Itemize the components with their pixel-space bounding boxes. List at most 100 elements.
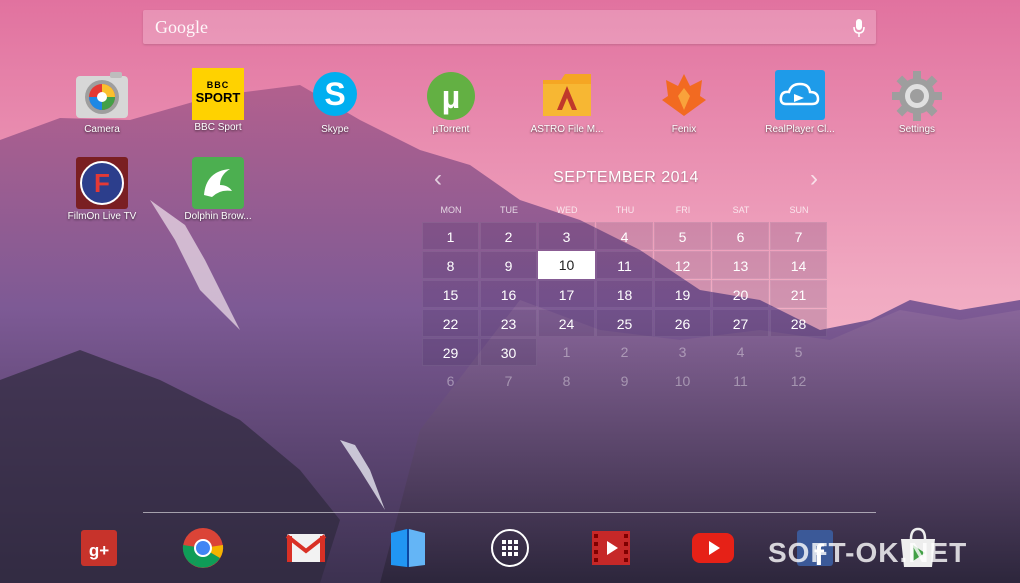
- calendar-day[interactable]: 2: [480, 222, 537, 250]
- calendar-weekday-label: SAT: [732, 205, 750, 215]
- calendar-day[interactable]: 5: [770, 338, 827, 366]
- calendar-day[interactable]: 7: [480, 367, 537, 395]
- dock-app-drawer[interactable]: [487, 525, 533, 571]
- calendar-day[interactable]: 19: [654, 280, 711, 308]
- svg-text:µ: µ: [442, 79, 460, 115]
- app-label: µTorrent: [432, 124, 470, 135]
- dock-chrome[interactable]: [180, 525, 226, 571]
- google-search-bar[interactable]: Google: [143, 10, 876, 44]
- calendar-day[interactable]: 26: [654, 309, 711, 337]
- calendar-day[interactable]: 12: [770, 367, 827, 395]
- calendar-day[interactable]: 25: [596, 309, 653, 337]
- skype-icon: S: [313, 72, 357, 116]
- calendar-day[interactable]: 8: [538, 367, 595, 395]
- astro-file-manager-icon: [543, 74, 591, 116]
- utorrent-icon: µ: [427, 72, 475, 120]
- calendar-widget: ‹ SEPTEMBER 2014 › MON TUE WED THU FRI SAT SUN…: [420, 160, 832, 395]
- calendar-day[interactable]: 10: [654, 367, 711, 395]
- dock-google-plus[interactable]: g+: [76, 525, 122, 571]
- filmon-icon: F: [76, 157, 128, 209]
- calendar-day[interactable]: 30: [480, 338, 537, 366]
- calendar-day[interactable]: 9: [480, 251, 537, 279]
- calendar-day[interactable]: 6: [422, 367, 479, 395]
- calendar-weekday-label: WED: [556, 205, 578, 215]
- calendar-day[interactable]: 24: [538, 309, 595, 337]
- calendar-weekday-label: FRI: [675, 205, 691, 215]
- calendar-day[interactable]: 4: [712, 338, 769, 366]
- app-filmon-live-tv[interactable]: F FilmOn Live TV: [56, 157, 148, 222]
- app-label: RealPlayer Cl...: [765, 124, 835, 135]
- calendar-day[interactable]: 12: [654, 251, 711, 279]
- settings-gear-icon: [892, 71, 942, 121]
- svg-text:F: F: [94, 168, 110, 198]
- calendar-day[interactable]: 1: [422, 222, 479, 250]
- bbc-sport-icon: BBC SPORT: [192, 68, 244, 120]
- calendar-month-title: SEPTEMBER 2014: [553, 169, 699, 186]
- calendar-day[interactable]: 29: [422, 338, 479, 366]
- app-label: Skype: [321, 124, 349, 135]
- app-drawer-icon: [491, 529, 529, 567]
- app-utorrent[interactable]: µ µTorrent: [405, 70, 497, 135]
- calendar-day[interactable]: 28: [770, 309, 827, 337]
- calendar-day[interactable]: 18: [596, 280, 653, 308]
- realplayer-icon: [775, 70, 825, 120]
- app-realplayer[interactable]: RealPlayer Cl...: [754, 70, 846, 135]
- app-label: Settings: [898, 124, 936, 135]
- calendar-day[interactable]: 4: [596, 222, 653, 250]
- calendar-day[interactable]: 1: [538, 338, 595, 366]
- app-skype[interactable]: S Skype: [289, 70, 381, 135]
- dock-youtube[interactable]: [690, 525, 736, 571]
- calendar-weekday-label: MON: [440, 205, 462, 215]
- calendar-day[interactable]: 22: [422, 309, 479, 337]
- app-label: Fenix: [671, 124, 697, 135]
- calendar-day[interactable]: 21: [770, 280, 827, 308]
- dolphin-browser-icon: [192, 157, 244, 209]
- app-label: ASTRO File M...: [530, 124, 604, 135]
- calendar-day[interactable]: 8: [422, 251, 479, 279]
- google-plus-icon: g+: [81, 530, 117, 566]
- calendar-day[interactable]: 11: [596, 251, 653, 279]
- calendar-day[interactable]: 2: [596, 338, 653, 366]
- calendar-day[interactable]: 9: [596, 367, 653, 395]
- microphone-icon[interactable]: [852, 18, 866, 38]
- app-label: Camera: [84, 124, 120, 135]
- play-movies-icon: [592, 531, 630, 565]
- app-camera[interactable]: Camera: [56, 70, 148, 135]
- app-settings[interactable]: Settings: [871, 70, 963, 135]
- calendar-day[interactable]: 17: [538, 280, 595, 308]
- calendar-day[interactable]: 13: [712, 251, 769, 279]
- camera-icon: [76, 72, 128, 118]
- calendar-day[interactable]: 5: [654, 222, 711, 250]
- app-fenix[interactable]: Fenix: [638, 70, 730, 135]
- calendar-day[interactable]: 27: [712, 309, 769, 337]
- dock-play-books[interactable]: [385, 525, 431, 571]
- calendar-day[interactable]: 20: [712, 280, 769, 308]
- calendar-day[interactable]: 3: [654, 338, 711, 366]
- dock-gmail[interactable]: [283, 525, 329, 571]
- calendar-day[interactable]: 16: [480, 280, 537, 308]
- app-astro-file-manager[interactable]: ASTRO File M...: [521, 70, 613, 135]
- calendar-day[interactable]: 7: [770, 222, 827, 250]
- app-label: Dolphin Brow...: [184, 211, 252, 222]
- calendar-day[interactable]: 14: [770, 251, 827, 279]
- search-placeholder: Google: [155, 17, 208, 37]
- svg-text:g+: g+: [89, 541, 109, 560]
- app-dolphin-browser[interactable]: Dolphin Brow...: [172, 157, 264, 222]
- calendar-weekday-label: TUE: [500, 205, 518, 215]
- dock-play-movies[interactable]: [588, 525, 634, 571]
- calendar-day[interactable]: 3: [538, 222, 595, 250]
- calendar-day[interactable]: 11: [712, 367, 769, 395]
- svg-text:S: S: [324, 76, 345, 112]
- calendar-day-today[interactable]: 10: [538, 251, 595, 279]
- calendar-day[interactable]: 15: [422, 280, 479, 308]
- next-month-chevron-icon[interactable]: ›: [810, 165, 818, 193]
- watermark: SOFT-OK.NET: [768, 537, 968, 568]
- calendar-day[interactable]: 23: [480, 309, 537, 337]
- calendar-weekday-label: SUN: [789, 205, 809, 215]
- play-books-icon: [391, 529, 425, 567]
- calendar-day[interactable]: 6: [712, 222, 769, 250]
- fenix-icon: [662, 74, 706, 116]
- app-bbc-sport[interactable]: BBC SPORT BBC Sport: [172, 68, 264, 133]
- gmail-icon: [285, 534, 327, 562]
- calendar-weekday-label: THU: [615, 205, 635, 215]
